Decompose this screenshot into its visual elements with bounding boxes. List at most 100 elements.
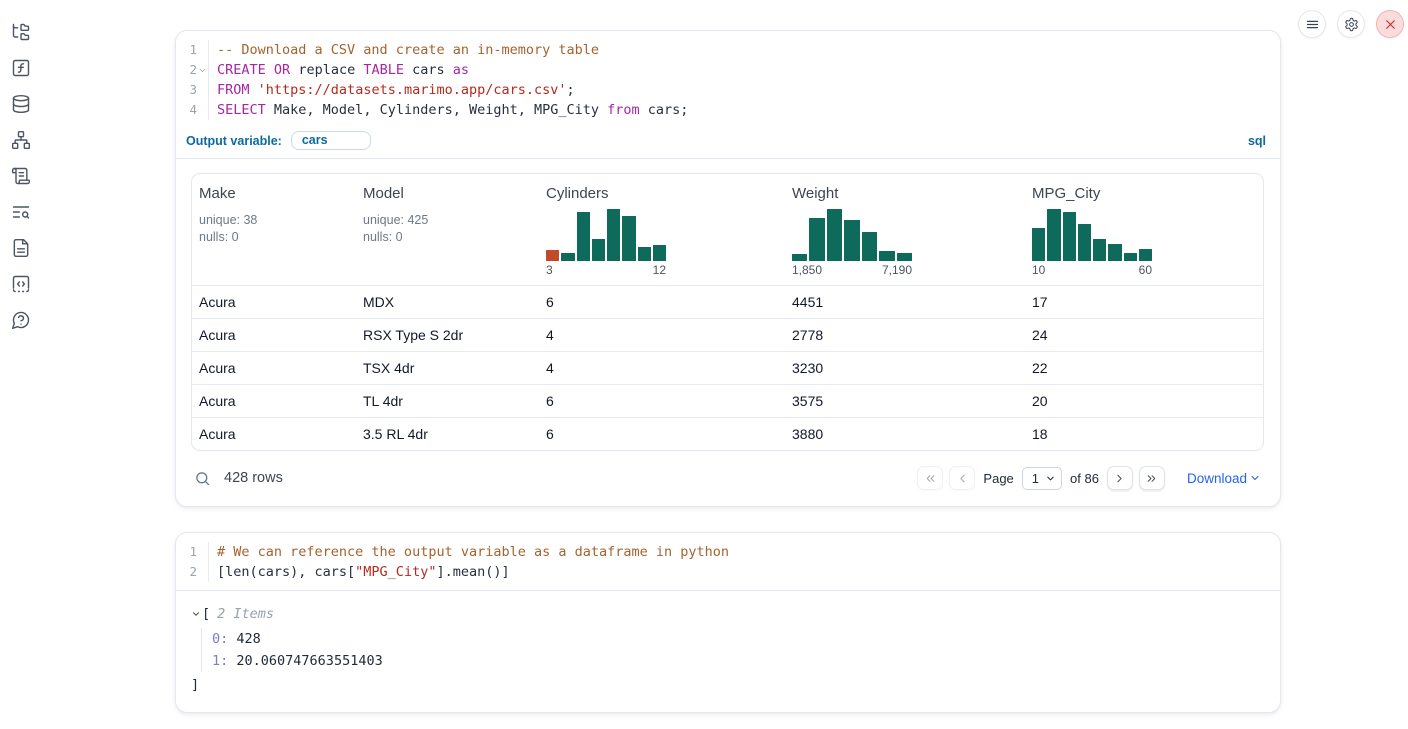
- table-row[interactable]: Acura3.5 RL 4dr6388018: [192, 417, 1263, 450]
- column-header-cylinders[interactable]: Cylinders312: [539, 174, 785, 285]
- axis-min-label: 3: [546, 263, 553, 277]
- histogram-bar: [809, 218, 824, 261]
- gutter-spacer: [197, 100, 209, 120]
- code-line: 1 # We can reference the output variable …: [176, 542, 1280, 562]
- column-name: MPG_City: [1032, 185, 1256, 202]
- sidebar-item-snippets[interactable]: [11, 274, 31, 294]
- histogram-bar: [1047, 209, 1060, 261]
- list-item: 1: 20.060747663551403: [212, 650, 1264, 672]
- sidebar-item-variables[interactable]: [11, 58, 31, 78]
- item-value: 20.060747663551403: [236, 653, 382, 669]
- close-bracket: ]: [191, 675, 1264, 695]
- python-editor[interactable]: 1 # We can reference the output variable …: [176, 533, 1280, 590]
- code-line: 3FROM 'https://datasets.marimo.app/cars.…: [176, 80, 1280, 100]
- code-line: 4SELECT Make, Model, Cylinders, Weight, …: [176, 100, 1280, 120]
- line-number: 4: [176, 100, 197, 120]
- row-count: 428 rows: [224, 470, 283, 486]
- table-cell: 6: [539, 393, 785, 409]
- histogram-bar: [862, 232, 877, 261]
- column-header-make[interactable]: Makeunique: 38nulls: 0: [192, 174, 356, 285]
- help-circle-icon: [11, 310, 31, 330]
- column-header-model[interactable]: Modelunique: 425nulls: 0: [356, 174, 539, 285]
- sidebar-item-data-sources[interactable]: [11, 94, 31, 114]
- shutdown-button[interactable]: [1376, 10, 1404, 38]
- sidebar-item-dependency-graph[interactable]: [11, 130, 31, 150]
- table-row[interactable]: AcuraTL 4dr6357520: [192, 384, 1263, 417]
- column-header-weight[interactable]: Weight1,8507,190: [785, 174, 1025, 285]
- sidebar-item-help[interactable]: [11, 310, 31, 330]
- chevron-down-icon: [1045, 473, 1056, 484]
- open-bracket: [: [202, 604, 210, 624]
- previous-page-button[interactable]: [949, 466, 975, 490]
- histogram-cylinders[interactable]: 3 12: [546, 209, 666, 277]
- scroll-text-icon: [11, 166, 31, 186]
- table-cell: 2778: [785, 327, 1025, 343]
- code-text: -- Download a CSV and create an in-memor…: [209, 40, 599, 60]
- notebook: 1 -- Download a CSV and create an in-memo…: [175, 30, 1281, 713]
- column-null-count: nulls: 0: [199, 229, 349, 246]
- sidebar-item-documentation[interactable]: [11, 238, 31, 258]
- collapse-toggle-icon[interactable]: [191, 609, 201, 619]
- first-page-button[interactable]: [917, 466, 943, 490]
- table-row[interactable]: AcuraTSX 4dr4323022: [192, 351, 1263, 384]
- table-cell: 20: [1025, 393, 1263, 409]
- sidebar-item-scratchpad[interactable]: [11, 166, 31, 186]
- code-text: # We can reference the output variable a…: [209, 542, 729, 562]
- next-page-button[interactable]: [1107, 466, 1133, 490]
- histogram-mpg_city[interactable]: 1060: [1032, 209, 1152, 277]
- column-unique-count: unique: 38: [199, 212, 349, 229]
- histogram-bar: [1139, 249, 1152, 261]
- chevron-down-icon: [1249, 472, 1261, 484]
- sidebar-item-logs[interactable]: [11, 202, 31, 222]
- function-square-icon: [11, 58, 31, 78]
- table-row[interactable]: AcuraMDX6445117: [192, 285, 1263, 318]
- histogram-bar: [577, 212, 590, 261]
- histogram-bars: [792, 209, 912, 261]
- pagination: Page 1 of 86 Download: [917, 466, 1261, 490]
- output-variable-input[interactable]: cars: [291, 131, 371, 150]
- code-line: 2 [len(cars), cars["MPG_City"].mean()]: [176, 562, 1280, 582]
- notebook-menu-button[interactable]: [1298, 10, 1326, 38]
- last-page-button[interactable]: [1139, 466, 1165, 490]
- fold-toggle-icon[interactable]: [197, 60, 209, 80]
- database-icon: [11, 94, 31, 114]
- download-button[interactable]: Download: [1187, 471, 1261, 486]
- histogram-bar: [653, 245, 666, 261]
- file-text-icon: [11, 238, 31, 258]
- code-text: CREATE OR replace TABLE cars as: [209, 60, 469, 80]
- axis-max-label: 12: [653, 263, 666, 277]
- column-header-mpg_city[interactable]: MPG_City 1060: [1025, 174, 1263, 285]
- table-header-row: Makeunique: 38nulls: 0Modelunique: 425nu…: [192, 174, 1263, 285]
- histogram-weight[interactable]: 1,850 7,190: [792, 209, 912, 277]
- topbar: [1298, 10, 1404, 38]
- histogram-bar: [827, 209, 842, 261]
- gutter-spacer: [197, 80, 209, 100]
- page-select[interactable]: 1: [1022, 467, 1062, 490]
- axis-min-label: 1,850: [792, 263, 822, 277]
- table-cell: Acura: [192, 393, 356, 409]
- line-number: 2: [176, 562, 197, 582]
- histogram-bar: [897, 253, 912, 261]
- tree-root-line: [2 Items: [191, 604, 1264, 624]
- helper-sidebar: [0, 0, 42, 729]
- sidebar-item-file-explorer[interactable]: [11, 22, 31, 42]
- table-cell: 24: [1025, 327, 1263, 343]
- table-row[interactable]: AcuraRSX Type S 2dr4277824: [192, 318, 1263, 351]
- line-number: 1: [176, 542, 197, 562]
- table-cell: Acura: [192, 294, 356, 310]
- settings-button[interactable]: [1337, 10, 1365, 38]
- sql-editor[interactable]: 1-- Download a CSV and create an in-memo…: [176, 31, 1280, 128]
- histogram-axis: 1,850 7,190: [792, 263, 912, 277]
- table-cell: 3880: [785, 426, 1025, 442]
- table-cell: MDX: [356, 294, 539, 310]
- code-text: [len(cars), cars["MPG_City"].mean()]: [209, 562, 510, 582]
- table-cell: 17: [1025, 294, 1263, 310]
- item-index: 1:: [212, 653, 228, 669]
- axis-min-label: 10: [1032, 263, 1045, 277]
- line-number: 3: [176, 80, 197, 100]
- table-cell: RSX Type S 2dr: [356, 327, 539, 343]
- data-table: Makeunique: 38nulls: 0Modelunique: 425nu…: [191, 173, 1264, 451]
- search-icon[interactable]: [194, 470, 211, 487]
- histogram-bars: [546, 209, 666, 261]
- axis-max-label: 7,190: [882, 263, 912, 277]
